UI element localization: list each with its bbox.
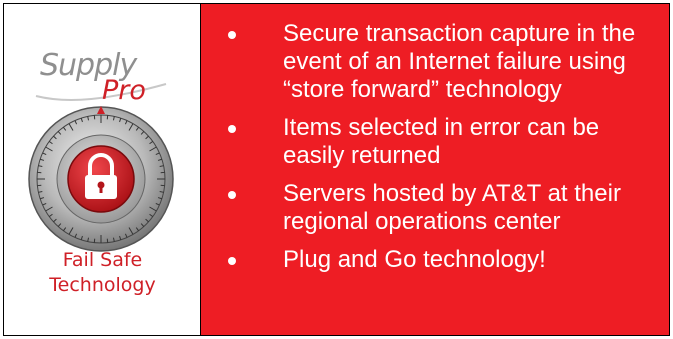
- features-panel: Secure transaction capture in the event …: [201, 4, 669, 335]
- bullet-icon: [228, 125, 236, 133]
- bullet-icon: [228, 191, 236, 199]
- feature-list: Secure transaction capture in the event …: [228, 20, 647, 274]
- feature-text: Plug and Go technology!: [283, 246, 546, 273]
- caption-line-1: Fail Safe: [62, 249, 143, 271]
- bullet-icon: [228, 31, 236, 39]
- feature-text: Secure transaction capture in the event …: [283, 20, 636, 103]
- feature-item: Plug and Go technology!: [228, 246, 647, 274]
- feature-item: Secure transaction capture in the event …: [228, 20, 647, 104]
- vault-lock-icon: [25, 104, 177, 254]
- feature-text: Servers hosted by AT&T at their regional…: [283, 180, 621, 235]
- brand-panel: Supply Pro Fail Safe Technology: [4, 4, 201, 335]
- feature-box: Supply Pro Fail Safe Technology Secure t…: [3, 3, 670, 336]
- bullet-icon: [228, 257, 236, 265]
- caption-line-2: Technology: [49, 274, 156, 296]
- logo-word-pro: Pro: [102, 75, 146, 106]
- feature-item: Items selected in error can be easily re…: [228, 114, 647, 170]
- feature-item: Servers hosted by AT&T at their regional…: [228, 180, 647, 236]
- feature-text: Items selected in error can be easily re…: [283, 114, 600, 169]
